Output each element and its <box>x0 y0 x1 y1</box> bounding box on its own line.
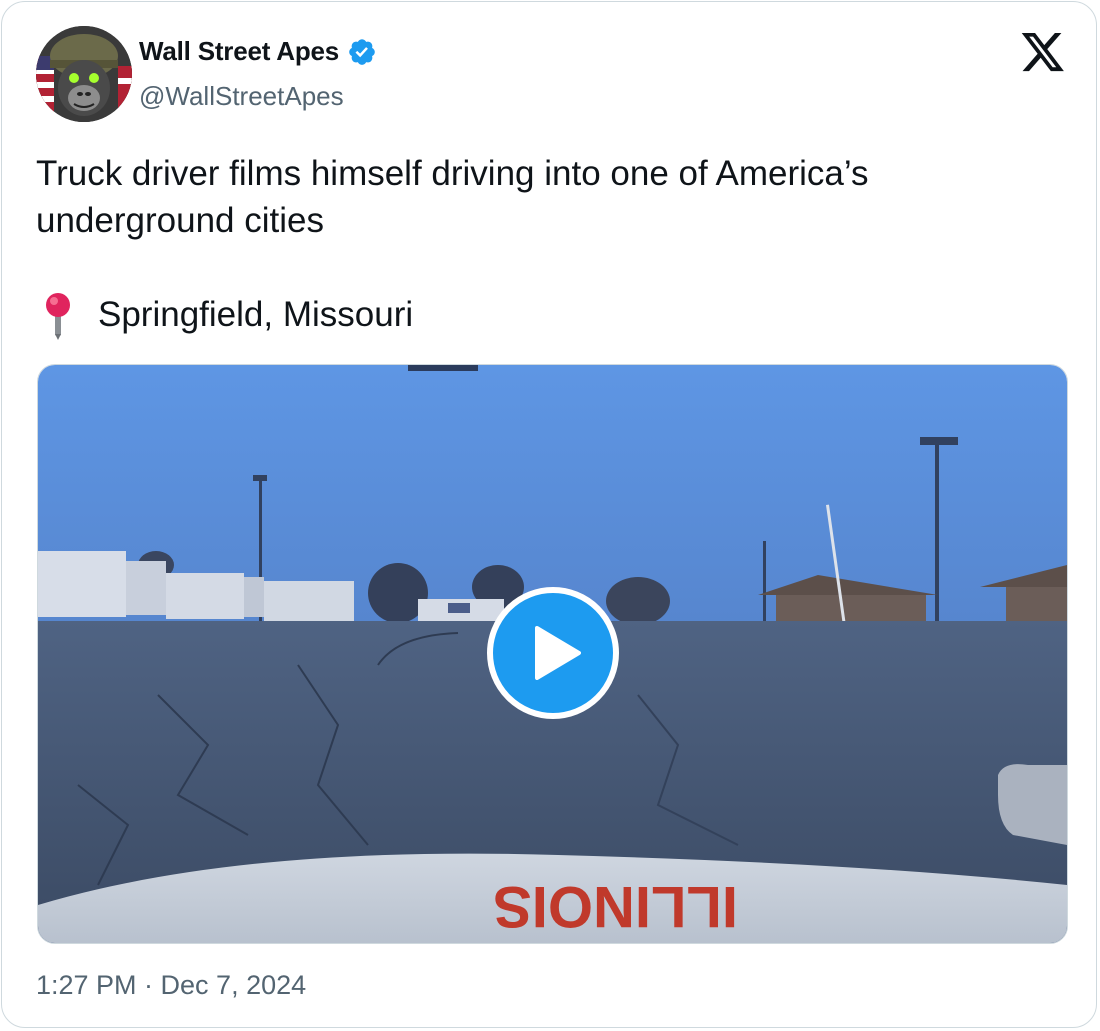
author-handle[interactable]: @WallStreetApes <box>139 81 344 112</box>
tweet-text: Truck driver films himself driving into … <box>36 154 869 240</box>
verified-badge-icon <box>349 38 375 65</box>
tweet-card: Wall Street Apes @WallStreetApes Truck d… <box>1 1 1097 1028</box>
gorilla-avatar-icon <box>36 26 132 122</box>
play-button[interactable] <box>487 587 619 719</box>
x-logo-icon[interactable] <box>1020 32 1066 74</box>
author-display-name[interactable]: Wall Street Apes <box>139 36 339 67</box>
round-pushpin-icon <box>46 293 70 340</box>
tweet-timestamp[interactable]: 1:27 PM · Dec 7, 2024 <box>36 970 306 1001</box>
video-player[interactable]: ILLINOIS <box>37 364 1068 944</box>
location-line: Springfield, Missouri <box>36 290 413 340</box>
hood-lettering: ILLINOIS <box>493 874 738 939</box>
author-avatar[interactable] <box>36 26 132 122</box>
author-name-row: Wall Street Apes <box>139 36 377 67</box>
location-text: Springfield, Missouri <box>98 295 414 334</box>
play-icon <box>535 626 581 680</box>
